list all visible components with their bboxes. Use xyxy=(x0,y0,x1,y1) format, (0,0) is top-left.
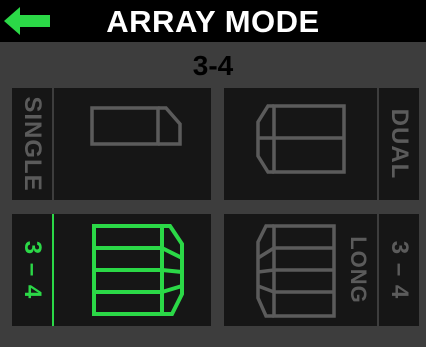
mode-label-strip: 3 – 4 xyxy=(12,214,54,326)
array-3-4-speaker-icon xyxy=(92,224,184,316)
mode-option-dual[interactable]: DUAL xyxy=(224,88,419,200)
mode-label-strip: 3 – 4 xyxy=(377,214,419,326)
mode-label-single: SINGLE xyxy=(19,96,46,192)
mode-label-strip: SINGLE xyxy=(12,88,54,200)
current-mode-label: 3-4 xyxy=(192,50,234,81)
header-bar: ARRAY MODE xyxy=(0,0,426,42)
mode-option-3-4[interactable]: 3 – 4 xyxy=(12,214,211,326)
mode-label-3-4: 3 – 4 xyxy=(19,240,46,300)
array-3-4-long-speaker-icon xyxy=(256,224,336,318)
mode-option-3-4-long[interactable]: LONG 3 – 4 xyxy=(224,214,419,326)
mode-label-strip: DUAL xyxy=(377,88,419,200)
single-speaker-icon xyxy=(90,106,182,146)
mode-label-dual: DUAL xyxy=(386,108,413,180)
mode-option-single[interactable]: SINGLE xyxy=(12,88,211,200)
back-arrow-icon xyxy=(4,7,50,35)
back-button[interactable] xyxy=(4,7,50,35)
mode-label-long: LONG xyxy=(346,236,371,304)
dual-speaker-icon xyxy=(256,104,346,174)
mode-label-3-4-long: 3 – 4 xyxy=(386,240,413,300)
page-title: ARRAY MODE xyxy=(106,4,320,39)
array-mode-screen: ARRAY MODE 3-4 SINGLE DUAL 3 – 4 LONG 3 … xyxy=(0,0,426,347)
